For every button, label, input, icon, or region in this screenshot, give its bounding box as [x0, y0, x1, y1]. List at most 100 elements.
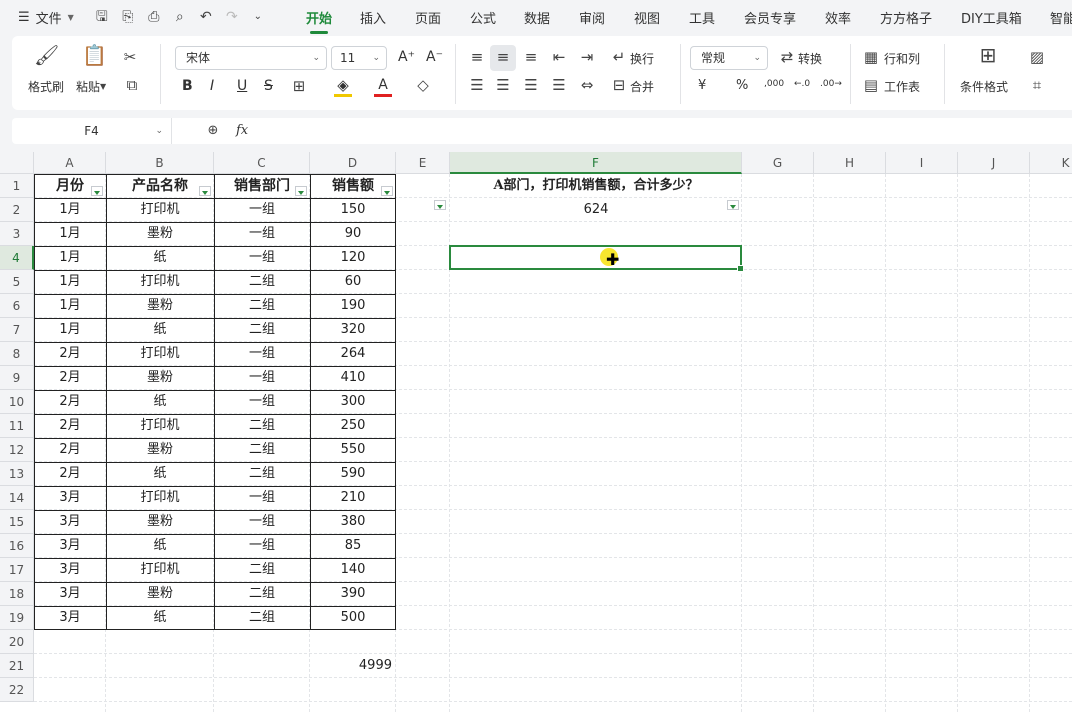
decrease-decimal-button[interactable]: .00→	[820, 79, 842, 89]
column-header-b[interactable]: B	[106, 152, 214, 174]
convert-button[interactable]: 转换	[798, 50, 822, 67]
row-header-18[interactable]: 18	[0, 582, 34, 606]
row-header-5[interactable]: 5	[0, 270, 34, 294]
row-col-icon[interactable]: ▦	[862, 48, 880, 66]
question-cell[interactable]: A部门，打印机销售额，合计多少？	[450, 174, 742, 198]
row-header-8[interactable]: 8	[0, 342, 34, 366]
align-middle-icon[interactable]: ≡	[494, 48, 512, 66]
wrap-text-button[interactable]: 换行	[630, 50, 654, 67]
export-pdf-icon[interactable]: ⎘	[120, 9, 136, 25]
distribute-icon[interactable]: ⇔	[578, 76, 596, 94]
active-cell-selection[interactable]	[449, 245, 744, 272]
align-top-icon[interactable]: ≡	[468, 48, 486, 66]
row-header-7[interactable]: 7	[0, 318, 34, 342]
zoom-icon[interactable]: ⊕	[204, 122, 222, 140]
fill-color-icon[interactable]: ◈	[334, 76, 352, 97]
row-header-15[interactable]: 15	[0, 510, 34, 534]
tab-home[interactable]: 开始	[306, 8, 332, 34]
paste-button[interactable]: 粘贴	[76, 78, 100, 95]
more-chevron-icon[interactable]: ⌄	[250, 9, 266, 25]
worksheet-button[interactable]: 工作表	[884, 78, 920, 95]
justify-icon[interactable]: ☰	[550, 76, 568, 94]
conditional-format-button[interactable]: 条件格式	[960, 78, 1008, 95]
align-right-icon[interactable]: ☰	[522, 76, 540, 94]
font-shrink-button[interactable]: A⁻	[426, 49, 443, 65]
filter-dropdown-icon[interactable]	[434, 200, 446, 210]
redo-icon[interactable]: ↷	[224, 9, 240, 25]
row-header-14[interactable]: 14	[0, 486, 34, 510]
row-header-17[interactable]: 17	[0, 558, 34, 582]
column-header-a[interactable]: A	[34, 152, 106, 174]
underline-button[interactable]: U	[237, 78, 247, 94]
align-bottom-icon[interactable]: ≡	[522, 48, 540, 66]
column-header-g[interactable]: G	[742, 152, 814, 174]
row-header-4[interactable]: 4	[0, 246, 34, 270]
row-header-21[interactable]: 21	[0, 654, 34, 678]
row-header-1[interactable]: 1	[0, 174, 34, 198]
increase-decimal-button[interactable]: ←.0	[794, 79, 810, 89]
tab-page[interactable]: 页面	[415, 8, 441, 27]
strikethrough-button[interactable]: S	[264, 78, 273, 94]
merge-button[interactable]: 合并	[630, 78, 654, 95]
select-all-corner[interactable]	[0, 152, 34, 174]
column-header-f[interactable]: F	[450, 152, 742, 174]
row-header-16[interactable]: 16	[0, 534, 34, 558]
hamburger-icon[interactable]: ☰	[18, 10, 30, 25]
row-header-11[interactable]: 11	[0, 414, 34, 438]
currency-button[interactable]: ¥	[698, 78, 706, 93]
column-header-j[interactable]: J	[958, 152, 1030, 174]
column-header-d[interactable]: D	[310, 152, 396, 174]
print-icon[interactable]: ⎙	[146, 9, 162, 25]
column-header-k[interactable]: K	[1030, 152, 1072, 174]
cell-border-icon[interactable]: ⌗	[1028, 76, 1046, 94]
tab-smart[interactable]: 智能	[1050, 8, 1072, 27]
file-menu-label[interactable]: 文件	[36, 8, 62, 27]
column-header-h[interactable]: H	[814, 152, 886, 174]
paste-icon[interactable]: 📋	[82, 45, 107, 65]
tab-formula[interactable]: 公式	[470, 8, 496, 27]
italic-button[interactable]: I	[210, 78, 214, 94]
merge-icon[interactable]: ⊟	[610, 76, 628, 94]
cell-style-icon[interactable]: ▨	[1028, 48, 1046, 66]
clear-format-icon[interactable]: ◇	[414, 76, 432, 94]
bold-button[interactable]: B	[182, 78, 193, 94]
format-painter-icon[interactable]: 🖌	[34, 45, 59, 65]
row-header-10[interactable]: 10	[0, 390, 34, 414]
tab-fangfang[interactable]: 方方格子	[880, 8, 932, 27]
cut-icon[interactable]: ✂	[120, 48, 140, 66]
row-header-3[interactable]: 3	[0, 222, 34, 246]
align-left-icon[interactable]: ☰	[468, 76, 486, 94]
format-painter-button[interactable]: 格式刷	[28, 78, 64, 95]
row-header-19[interactable]: 19	[0, 606, 34, 630]
row-header-20[interactable]: 20	[0, 630, 34, 654]
tab-insert[interactable]: 插入	[360, 8, 386, 27]
save-icon[interactable]: 🖫	[94, 9, 110, 25]
file-menu[interactable]: ☰ 文件 ▼	[0, 8, 74, 27]
tab-view[interactable]: 视图	[634, 8, 660, 27]
tab-data[interactable]: 数据	[524, 8, 550, 27]
border-icon[interactable]: ⊞	[290, 77, 308, 95]
row-col-button[interactable]: 行和列	[884, 50, 920, 67]
row-header-12[interactable]: 12	[0, 438, 34, 462]
column-header-e[interactable]: E	[396, 152, 450, 174]
thousands-button[interactable]: ,000	[764, 79, 784, 89]
print-preview-icon[interactable]: ⌕	[172, 9, 188, 25]
font-name-select[interactable]: 宋体 ⌄	[175, 46, 327, 70]
row-header-6[interactable]: 6	[0, 294, 34, 318]
answer-cell[interactable]: 624	[450, 198, 742, 222]
tab-diy-toolbox[interactable]: DIY工具箱	[961, 8, 1022, 27]
percent-button[interactable]: %	[736, 78, 748, 93]
undo-icon[interactable]: ↶	[198, 9, 214, 25]
worksheet-icon[interactable]: ▤	[862, 76, 880, 94]
tab-review[interactable]: 审阅	[579, 8, 605, 27]
decrease-indent-icon[interactable]: ⇤	[550, 48, 568, 66]
row-header-9[interactable]: 9	[0, 366, 34, 390]
total-cell[interactable]: 4999	[310, 654, 396, 678]
name-box[interactable]: F4 ⌄	[12, 118, 172, 144]
copy-icon[interactable]: ⧉	[122, 76, 142, 94]
font-size-select[interactable]: 11 ⌄	[331, 46, 387, 70]
tab-efficiency[interactable]: 效率	[825, 8, 851, 27]
tab-member[interactable]: 会员专享	[744, 8, 796, 27]
font-color-icon[interactable]: A	[374, 76, 392, 97]
font-grow-button[interactable]: A⁺	[398, 49, 415, 65]
